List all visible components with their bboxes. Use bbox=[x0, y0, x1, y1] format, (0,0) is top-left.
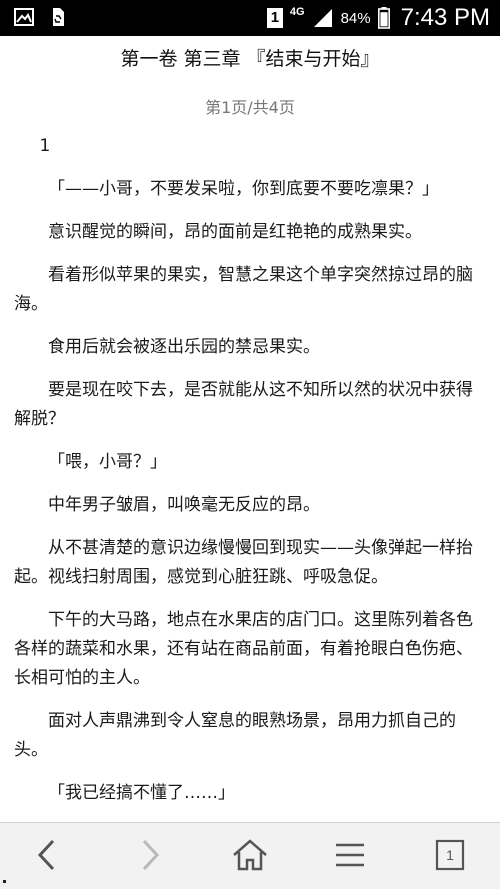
status-bar: 1 4G 84% 7:43 PM bbox=[0, 0, 500, 36]
paragraph: 看着形似苹果的果实，智慧之果这个单字突然掠过昂的脑海。 bbox=[14, 265, 473, 314]
forward-button[interactable] bbox=[129, 835, 169, 875]
recycle-notification-icon bbox=[53, 8, 64, 26]
home-icon bbox=[233, 839, 267, 871]
paragraph: 下午的大马路，地点在水果店的店门口。这里陈列着各色各样的蔬菜和水果，还有站在商品… bbox=[14, 610, 473, 688]
menu-icon bbox=[336, 843, 364, 867]
chapter-text: 1 「——小哥，不要发呆啦，你到底要不要吃凛果？」 意识醒觉的瞬间，昂的面前是红… bbox=[14, 132, 486, 822]
menu-button[interactable] bbox=[330, 835, 370, 875]
clock: 7:43 PM bbox=[400, 4, 490, 31]
home-button[interactable] bbox=[230, 835, 270, 875]
page-indicator: 第1页/共4页 bbox=[205, 98, 295, 117]
sim-indicator: 1 bbox=[266, 8, 283, 28]
back-button[interactable] bbox=[28, 835, 68, 875]
paragraph: 「——小哥，不要发呆啦，你到底要不要吃凛果？」 bbox=[48, 179, 439, 199]
paragraph: 「我已经搞不懂了……」 bbox=[48, 783, 235, 803]
edge-marker bbox=[3, 880, 6, 883]
browser-toolbar: 1 bbox=[0, 822, 500, 889]
back-icon bbox=[37, 839, 55, 871]
battery-icon bbox=[377, 7, 390, 29]
paragraph: 从不甚清楚的意识边缘慢慢回到现实——头像弹起一样抬起。视线扫射周围，感觉到心脏狂… bbox=[14, 538, 473, 587]
paragraph: 意识醒觉的瞬间，昂的面前是红艳艳的成熟果实。 bbox=[48, 222, 422, 242]
network-type: 4G bbox=[289, 5, 305, 18]
paragraph: 食用后就会被逐出乐园的禁忌果实。 bbox=[48, 337, 320, 357]
paragraph: 面对人声鼎沸到令人窒息的眼熟场景，昂用力抓自己的头。 bbox=[14, 711, 456, 760]
paragraph: 要是现在咬下去，是否就能从这不知所以然的状况中获得解脱？ bbox=[14, 380, 473, 429]
paragraph: 中年男子皱眉，叫唤毫无反应的昂。 bbox=[48, 495, 320, 515]
signal-icon bbox=[313, 9, 332, 27]
battery-percent: 84% bbox=[340, 9, 371, 27]
chapter-title: 第一卷 第三章 『结束与开始』 bbox=[120, 48, 380, 70]
forward-icon bbox=[142, 839, 160, 871]
section-number: 1 bbox=[39, 136, 51, 156]
tab-count: 1 bbox=[446, 847, 454, 863]
tabs-button[interactable]: 1 bbox=[430, 835, 470, 875]
paragraph: 「喂，小哥？」 bbox=[48, 452, 167, 472]
gallery-notification-icon bbox=[14, 8, 34, 26]
